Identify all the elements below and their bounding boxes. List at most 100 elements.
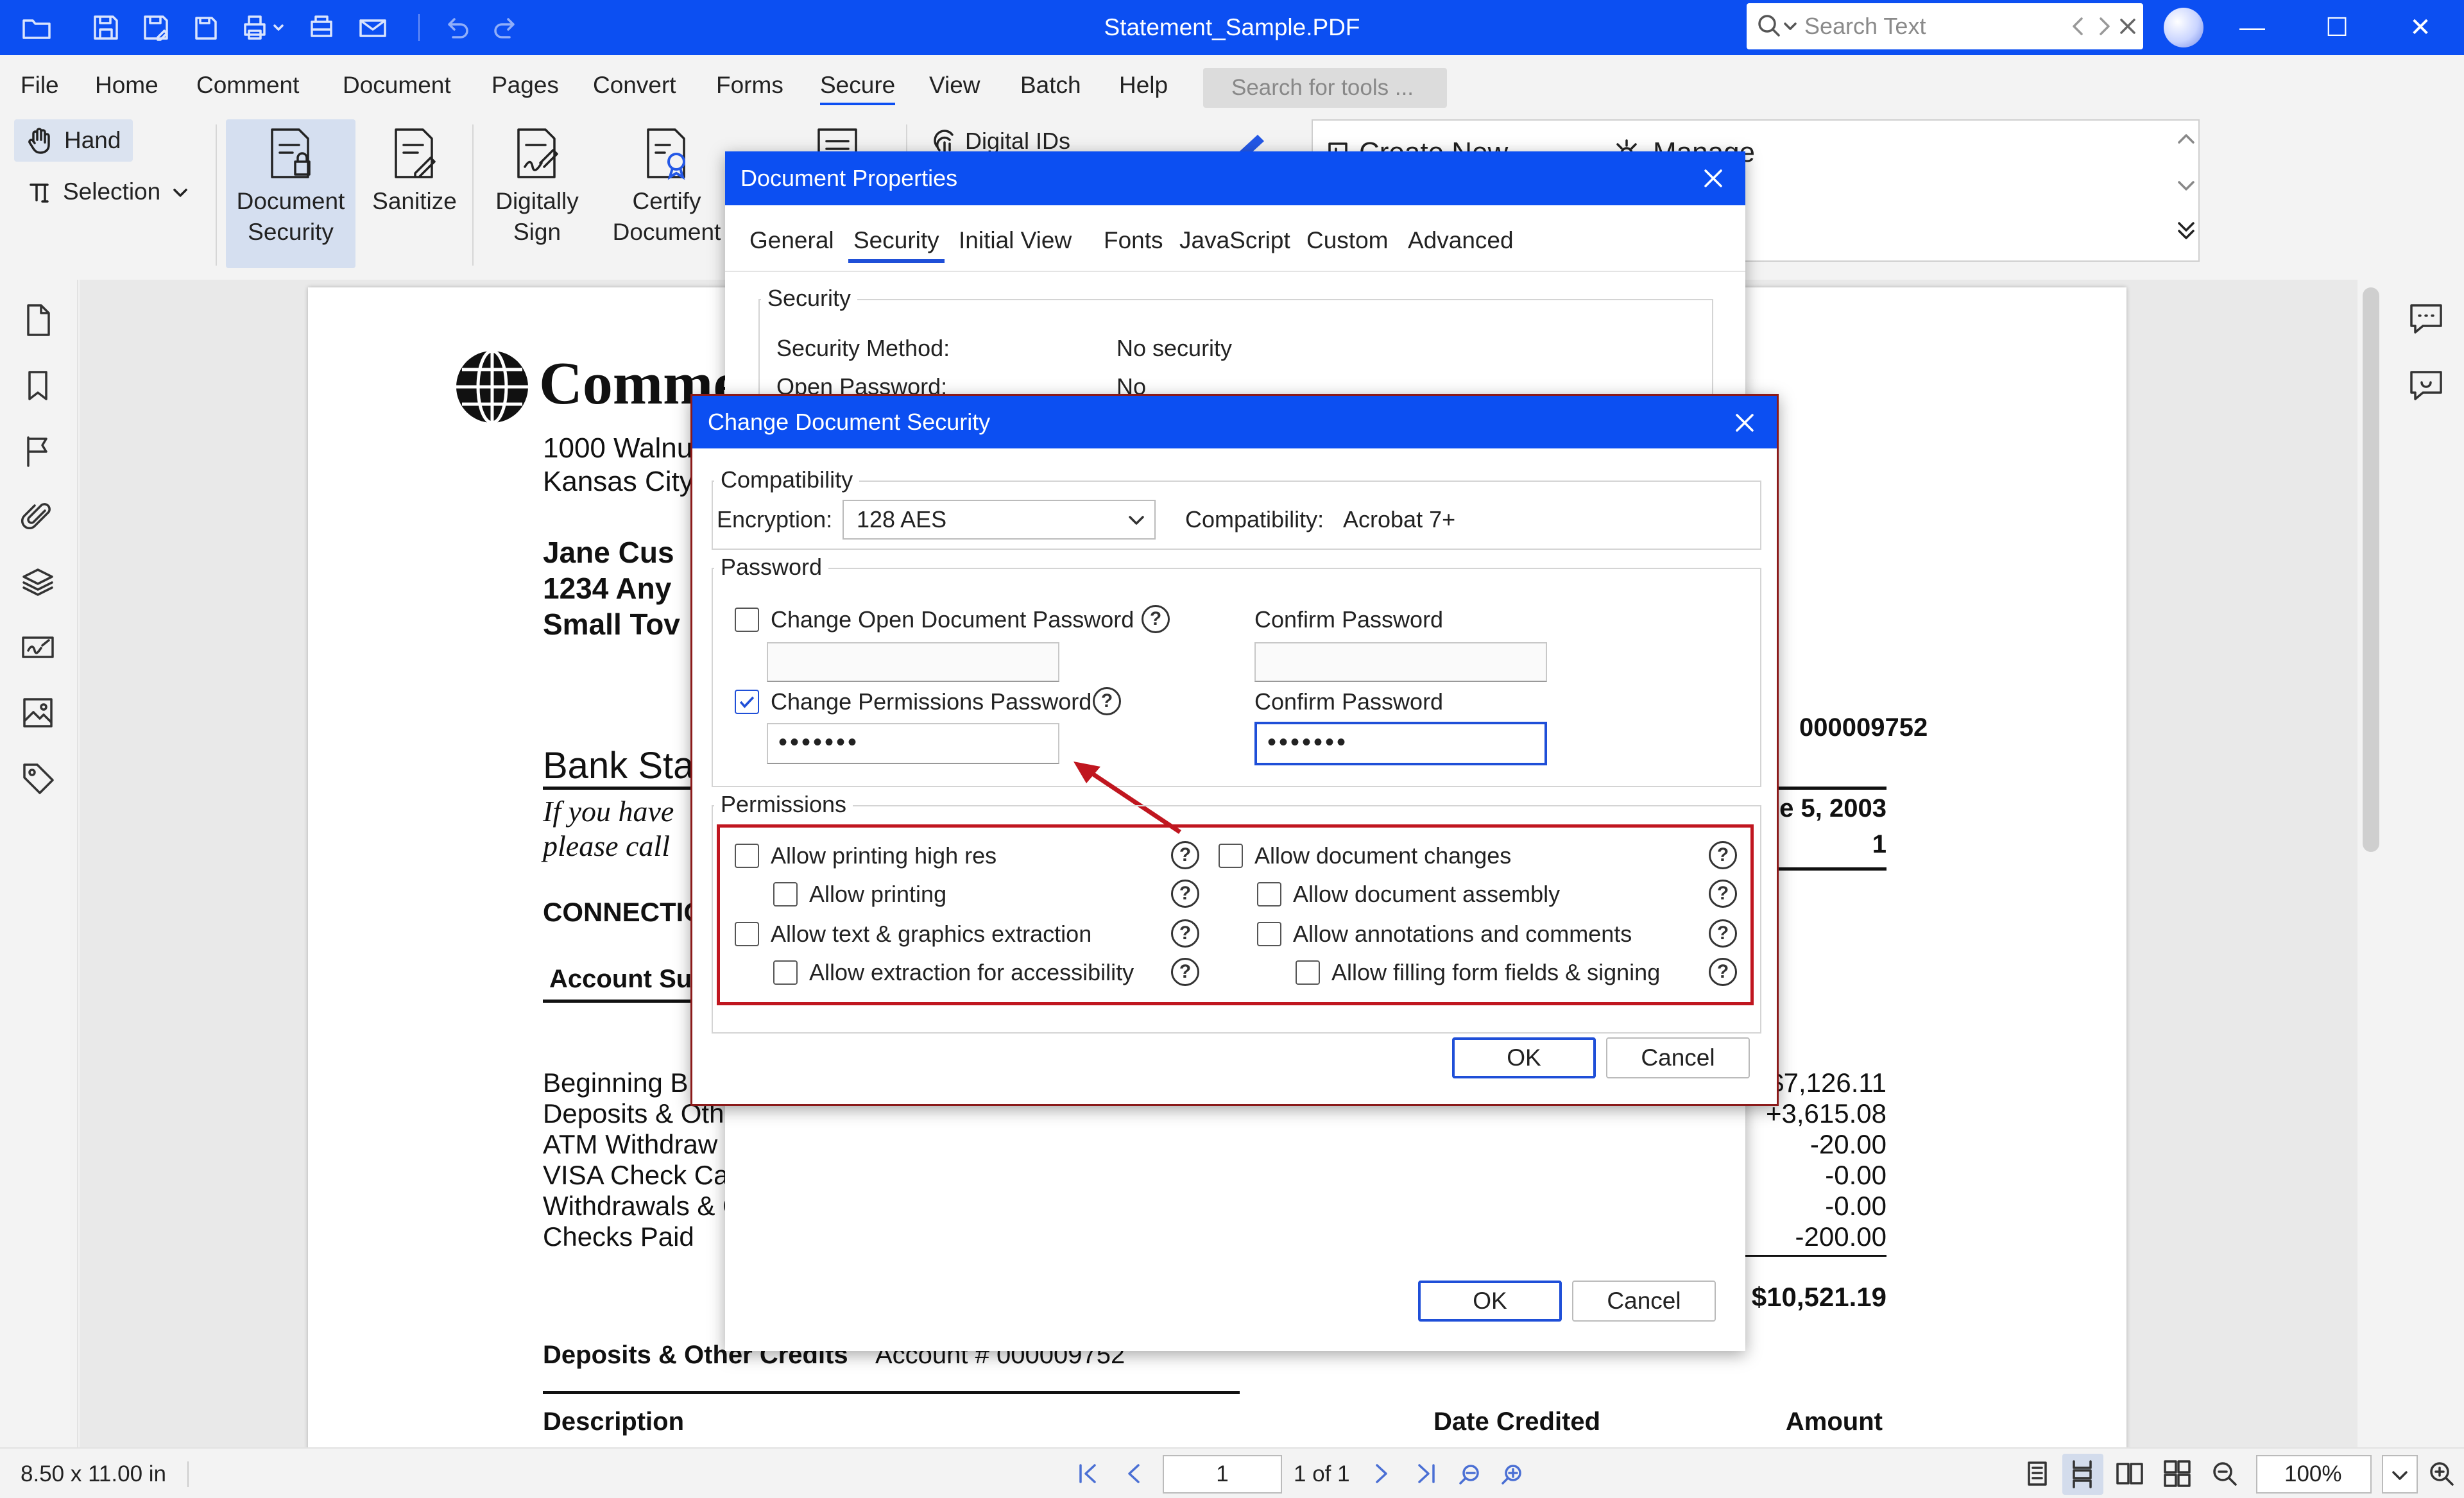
vertical-scrollbar[interactable] <box>2363 287 2379 852</box>
tab-advanced[interactable]: Advanced <box>1408 227 1514 254</box>
permissions-password-input[interactable]: ••••••• <box>767 723 1059 764</box>
menu-forms[interactable]: Forms <box>716 72 783 99</box>
hand-tool-button[interactable]: Hand <box>14 119 133 162</box>
last-page-icon[interactable] <box>1412 1459 1441 1488</box>
tab-javascript[interactable]: JavaScript <box>1179 227 1290 254</box>
tab-custom[interactable]: Custom <box>1306 227 1388 254</box>
help-icon[interactable]: ? <box>1171 919 1199 948</box>
search-tools-input[interactable]: Search for tools ... <box>1203 68 1447 108</box>
single-page-view-icon[interactable] <box>2023 1459 2052 1488</box>
allow-filling-form-fields-checkbox[interactable] <box>1296 960 1320 985</box>
menu-help[interactable]: Help <box>1119 72 1168 99</box>
change-permissions-password-checkbox[interactable] <box>735 690 759 714</box>
allow-document-assembly-checkbox[interactable] <box>1257 882 1281 906</box>
gallery-scroll-up-icon[interactable] <box>2175 128 2197 150</box>
tab-security[interactable]: Security <box>848 227 945 263</box>
next-view-icon[interactable] <box>1498 1459 1527 1488</box>
continuous-view-icon[interactable] <box>2067 1459 2097 1488</box>
selection-tool-button[interactable]: Selection <box>27 171 219 213</box>
gallery-expand-icon[interactable] <box>2175 217 2197 243</box>
comments-panel-icon[interactable] <box>2408 300 2445 337</box>
document-security-button[interactable]: Document Security <box>226 119 355 268</box>
layers-icon[interactable] <box>19 563 56 600</box>
minimize-button[interactable]: — <box>2214 0 2291 55</box>
allow-extraction-accessibility-checkbox[interactable] <box>773 960 798 985</box>
attachment-icon[interactable] <box>19 498 56 535</box>
menu-secure[interactable]: Secure <box>820 72 896 105</box>
change-open-password-checkbox[interactable] <box>735 608 759 632</box>
email-icon[interactable] <box>357 12 389 44</box>
help-icon[interactable]: ? <box>1171 880 1199 908</box>
zoom-out-icon[interactable] <box>2210 1459 2239 1488</box>
search-clear-icon[interactable] <box>2115 13 2141 39</box>
open-password-input[interactable] <box>767 642 1059 682</box>
menu-comment[interactable]: Comment <box>196 72 299 99</box>
tag-icon[interactable] <box>19 760 56 797</box>
help-icon[interactable]: ? <box>1171 958 1199 986</box>
change-security-cancel-button[interactable]: Cancel <box>1606 1037 1750 1078</box>
two-page-view-icon[interactable] <box>2115 1459 2144 1488</box>
confirm-permissions-password-input[interactable]: ••••••• <box>1254 722 1547 765</box>
help-icon[interactable]: ? <box>1709 880 1737 908</box>
print-icon[interactable] <box>237 12 289 44</box>
search-icon[interactable] <box>1756 12 1801 40</box>
redo-icon[interactable] <box>490 12 522 44</box>
zoom-in-icon[interactable] <box>2427 1459 2456 1488</box>
menu-home[interactable]: Home <box>95 72 158 99</box>
user-avatar[interactable] <box>2164 8 2203 47</box>
signature-panel-icon[interactable] <box>19 629 56 666</box>
help-icon[interactable]: ? <box>1171 841 1199 869</box>
save-icon[interactable] <box>90 12 122 44</box>
help-icon[interactable]: ? <box>1709 841 1737 869</box>
save-as-icon[interactable] <box>140 12 172 44</box>
menu-batch[interactable]: Batch <box>1020 72 1081 99</box>
doc-properties-cancel-button[interactable]: Cancel <box>1572 1281 1716 1322</box>
first-page-icon[interactable] <box>1073 1459 1102 1488</box>
flag-icon[interactable] <box>19 432 56 470</box>
doc-properties-ok-button[interactable]: OK <box>1418 1281 1562 1322</box>
help-icon[interactable]: ? <box>1709 919 1737 948</box>
maximize-button[interactable]: ☐ <box>2298 0 2375 55</box>
current-page-input[interactable]: 1 <box>1163 1455 1282 1494</box>
bookmark-icon[interactable] <box>19 367 56 404</box>
allow-text-graphics-extraction-checkbox[interactable] <box>735 922 759 946</box>
help-icon[interactable]: ? <box>1093 687 1121 715</box>
menu-view[interactable]: View <box>929 72 980 99</box>
help-icon[interactable]: ? <box>1709 958 1737 986</box>
menu-convert[interactable]: Convert <box>593 72 676 99</box>
change-security-ok-button[interactable]: OK <box>1452 1037 1596 1078</box>
tab-general[interactable]: General <box>749 227 834 254</box>
close-window-button[interactable]: ✕ <box>2382 0 2459 55</box>
scan-icon[interactable] <box>305 12 338 44</box>
open-folder-icon[interactable] <box>21 12 53 44</box>
help-icon[interactable]: ? <box>1142 605 1170 633</box>
image-icon[interactable] <box>19 694 56 731</box>
menu-document[interactable]: Document <box>343 72 451 99</box>
allow-printing-checkbox[interactable] <box>773 882 798 906</box>
pages-icon[interactable] <box>19 302 56 339</box>
digitally-sign-button[interactable]: Digitally Sign <box>483 126 592 248</box>
undo-icon[interactable] <box>440 12 472 44</box>
allow-document-changes-checkbox[interactable] <box>1219 844 1243 868</box>
menu-pages[interactable]: Pages <box>492 72 559 99</box>
search-next-icon[interactable] <box>2091 13 2116 39</box>
encryption-select[interactable]: 128 AES <box>843 500 1156 540</box>
save-all-icon[interactable] <box>190 12 222 44</box>
change-security-close-button[interactable] <box>1727 405 1763 441</box>
search-prev-icon[interactable] <box>2066 13 2092 39</box>
sanitize-button[interactable]: Sanitize <box>363 126 466 217</box>
tab-fonts[interactable]: Fonts <box>1104 227 1163 254</box>
allow-annotations-comments-checkbox[interactable] <box>1257 922 1281 946</box>
ai-assistant-icon[interactable] <box>2408 367 2445 404</box>
menu-file[interactable]: File <box>21 72 59 99</box>
two-page-continuous-icon[interactable] <box>2162 1459 2192 1488</box>
previous-page-icon[interactable] <box>1119 1459 1149 1488</box>
allow-printing-high-res-checkbox[interactable] <box>735 844 759 868</box>
doc-properties-close-button[interactable] <box>1695 160 1731 196</box>
search-text-input[interactable]: Search Text <box>1747 3 2143 49</box>
zoom-dropdown-button[interactable] <box>2382 1455 2418 1494</box>
confirm-open-password-input[interactable] <box>1254 642 1547 682</box>
certify-document-button[interactable]: Certify Document <box>606 126 728 248</box>
zoom-level-select[interactable]: 100% <box>2256 1455 2372 1494</box>
previous-view-icon[interactable] <box>1455 1459 1485 1488</box>
